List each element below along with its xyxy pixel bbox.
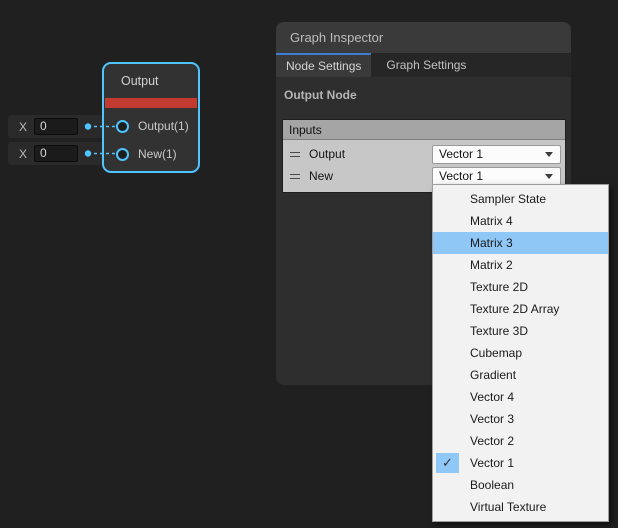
menu-item-texture-3d[interactable]: ✓ Texture 3D [433,320,608,342]
menu-item-gradient[interactable]: ✓ Gradient [433,364,608,386]
type-dropdown-output[interactable]: Vector 1 [432,145,561,164]
port-connector-icon[interactable] [116,120,129,133]
port-connector-icon[interactable] [116,148,129,161]
input-name-label: New [309,169,333,183]
input-name-label: Output [309,147,345,161]
menu-item-label: Virtual Texture [470,500,546,514]
menu-item-label: Texture 2D Array [470,302,559,316]
chevron-down-icon [545,152,553,157]
chevron-down-icon [545,174,553,179]
inputs-list-header: Inputs [283,120,565,140]
menu-item-matrix-3[interactable]: ✓ Matrix 3 [433,232,608,254]
node-error-bar [105,98,197,108]
port-row-output: Output(1) [104,112,198,140]
output-node[interactable]: Output Output(1) New(1) [102,62,200,173]
menu-item-texture-2d-array[interactable]: ✓ Texture 2D Array [433,298,608,320]
node-input-ports: Output(1) New(1) [104,108,198,168]
menu-item-matrix-2[interactable]: ✓ Matrix 2 [433,254,608,276]
menu-item-virtual-texture[interactable]: ✓ Virtual Texture [433,496,608,518]
type-dropdown-menu: ✓ Sampler State ✓ Matrix 4 ✓ Matrix 3 ✓ … [432,184,609,522]
x-component-label: X [19,147,27,161]
selected-type-label: Vector 1 [439,169,483,183]
menu-item-matrix-4[interactable]: ✓ Matrix 4 [433,210,608,232]
input-row-output[interactable]: Output Vector 1 [283,143,561,165]
selected-type-label: Vector 1 [439,147,483,161]
inspector-tabbar: Node Settings Graph Settings [276,53,571,77]
inputs-reorderable-list: Inputs Output Vector 1 New Vector 1 [282,119,566,193]
menu-item-label: Cubemap [470,346,522,360]
menu-item-label: Matrix 2 [470,258,513,272]
port-label: Output(1) [138,119,189,133]
menu-item-vector-3[interactable]: ✓ Vector 3 [433,408,608,430]
drag-handle-icon[interactable] [290,174,300,179]
menu-item-label: Matrix 4 [470,214,513,228]
x-component-label: X [19,120,27,134]
check-icon: ✓ [436,453,459,473]
menu-item-boolean[interactable]: ✓ Boolean [433,474,608,496]
menu-item-vector-2[interactable]: ✓ Vector 2 [433,430,608,452]
menu-item-vector-1[interactable]: ✓ Vector 1 [433,452,608,474]
menu-item-sampler-state[interactable]: ✓ Sampler State [433,188,608,210]
menu-item-texture-2d[interactable]: ✓ Texture 2D [433,276,608,298]
node-title: Output [104,64,198,98]
menu-item-cubemap[interactable]: ✓ Cubemap [433,342,608,364]
menu-item-label: Texture 3D [470,324,528,338]
menu-item-label: Matrix 3 [470,236,513,250]
drag-handle-icon[interactable] [290,152,300,157]
tab-node-settings[interactable]: Node Settings [276,53,371,77]
menu-item-label: Vector 1 [470,456,514,470]
panel-title: Graph Inspector [276,22,571,53]
menu-item-label: Boolean [470,478,514,492]
menu-item-label: Texture 2D [470,280,528,294]
port-row-new: New(1) [104,140,198,168]
menu-item-label: Vector 2 [470,434,514,448]
type-dropdown-new[interactable]: Vector 1 [432,167,561,186]
value-input-row: X 0 [8,142,103,165]
x-value-input[interactable]: 0 [34,145,78,162]
menu-item-label: Vector 4 [470,390,514,404]
menu-item-label: Gradient [470,368,516,382]
x-value-input[interactable]: 0 [34,118,78,135]
shader-graph-canvas[interactable]: { "colors": { "background": "#202020", "… [0,0,618,528]
menu-item-label: Vector 3 [470,412,514,426]
port-label: New(1) [138,147,177,161]
tab-graph-settings[interactable]: Graph Settings [371,53,481,77]
node-settings-heading: Output Node [284,88,571,102]
value-input-row: X 0 [8,115,103,138]
menu-item-vector-4[interactable]: ✓ Vector 4 [433,386,608,408]
menu-item-label: Sampler State [470,192,546,206]
